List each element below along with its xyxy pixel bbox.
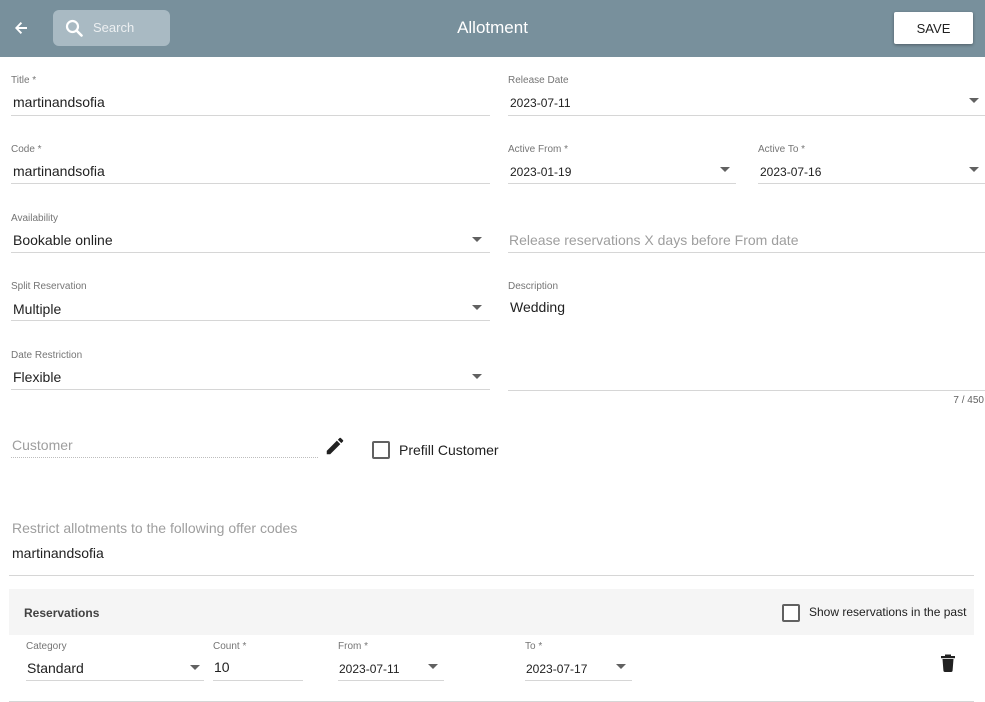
show-past-reservations-label: Show reservations in the past (809, 605, 967, 619)
offer-codes-underline (9, 575, 974, 576)
chevron-down-icon (428, 664, 438, 669)
chevron-down-icon (720, 167, 730, 172)
active-from-value: 2023-01-19 (510, 165, 572, 179)
from-value: 2023-07-11 (339, 662, 400, 676)
date-restriction-value: Flexible (13, 369, 62, 385)
availability-select[interactable]: Availability Bookable online (11, 213, 490, 255)
reservation-count-input[interactable]: Count * 10 (213, 641, 303, 683)
chevron-down-icon (472, 237, 482, 242)
split-reservation-value: Multiple (13, 301, 62, 317)
search-placeholder: Search (93, 20, 135, 35)
prefill-customer-checkbox[interactable] (372, 441, 390, 459)
active-from-field[interactable]: Active From * 2023-01-19 (508, 144, 736, 186)
reservation-category-select[interactable]: Category Standard (26, 641, 204, 683)
chevron-down-icon (616, 664, 626, 669)
category-label: Category (26, 641, 67, 652)
reservation-from-date[interactable]: From * 2023-07-11 (338, 641, 444, 683)
offer-codes-value[interactable]: martinandsofia (12, 545, 104, 561)
availability-underline (11, 252, 490, 253)
prefill-customer-label: Prefill Customer (399, 442, 499, 458)
chevron-down-icon (969, 98, 979, 103)
to-label: To * (525, 641, 543, 652)
save-button[interactable]: SAVE (894, 12, 973, 44)
date-restriction-select[interactable]: Date Restriction Flexible (11, 350, 490, 392)
back-button[interactable] (6, 13, 36, 43)
customer-underline (11, 457, 318, 458)
reservations-title: Reservations (24, 606, 100, 620)
description-underline (508, 390, 985, 391)
active-to-label: Active To * (758, 144, 806, 155)
release-days-input[interactable]: Release reservations X days before From … (508, 213, 985, 255)
description-label: Description (508, 281, 559, 292)
offer-codes-placeholder: Restrict allotments to the following off… (12, 520, 298, 536)
description-value: Wedding (510, 299, 566, 315)
from-label: From * (338, 641, 368, 652)
count-underline (213, 680, 303, 681)
to-value: 2023-07-17 (526, 662, 588, 676)
code-field[interactable]: Code * martinandsofia (11, 144, 490, 186)
availability-value: Bookable online (13, 232, 113, 248)
split-reservation-underline (11, 320, 490, 321)
pencil-icon[interactable] (324, 435, 346, 457)
active-from-underline (508, 183, 736, 184)
chevron-down-icon (190, 665, 200, 670)
date-restriction-underline (11, 389, 490, 390)
active-to-value: 2023-07-16 (760, 165, 822, 179)
title-underline (11, 115, 490, 116)
title-label: Title * (11, 75, 37, 86)
chevron-down-icon (472, 374, 482, 379)
customer-placeholder: Customer (12, 437, 73, 453)
title-field[interactable]: Title * martinandsofia (11, 75, 490, 117)
category-underline (26, 680, 204, 681)
reservation-to-date[interactable]: To * 2023-07-17 (525, 641, 632, 683)
customer-input[interactable]: Customer (11, 430, 318, 460)
date-restriction-label: Date Restriction (11, 350, 83, 361)
code-value: martinandsofia (13, 163, 105, 179)
description-textarea[interactable]: Description Wedding (508, 281, 985, 393)
release-days-placeholder: Release reservations X days before From … (509, 232, 799, 248)
count-label: Count * (213, 641, 247, 652)
title-value: martinandsofia (13, 94, 105, 110)
release-date-label: Release Date (508, 75, 569, 86)
release-date-underline (508, 115, 985, 116)
split-reservation-select[interactable]: Split Reservation Multiple (11, 281, 490, 323)
split-reservation-label: Split Reservation (11, 281, 87, 292)
top-app-bar: Search Allotment SAVE (0, 0, 985, 57)
arrow-back-icon (15, 22, 27, 34)
show-past-reservations-checkbox[interactable] (782, 604, 800, 622)
release-days-underline (508, 252, 985, 253)
release-date-value: 2023-07-11 (510, 96, 571, 110)
reservations-header: Reservations Show reservations in the pa… (9, 589, 974, 635)
count-value: 10 (214, 659, 230, 675)
chevron-down-icon (472, 305, 482, 310)
code-label: Code * (11, 144, 42, 155)
trash-icon[interactable] (940, 654, 956, 672)
availability-label: Availability (11, 213, 59, 224)
description-counter: 7 / 450 (953, 395, 984, 406)
to-underline (525, 680, 632, 681)
category-value: Standard (27, 660, 84, 676)
code-underline (11, 183, 490, 184)
active-from-label: Active From * (508, 144, 569, 155)
active-to-field[interactable]: Active To * 2023-07-16 (758, 144, 985, 186)
active-to-underline (758, 183, 985, 184)
search-icon (65, 19, 83, 37)
search-input[interactable]: Search (53, 10, 170, 46)
release-date-field[interactable]: Release Date 2023-07-11 (508, 75, 985, 117)
chevron-down-icon (969, 167, 979, 172)
from-underline (338, 680, 444, 681)
